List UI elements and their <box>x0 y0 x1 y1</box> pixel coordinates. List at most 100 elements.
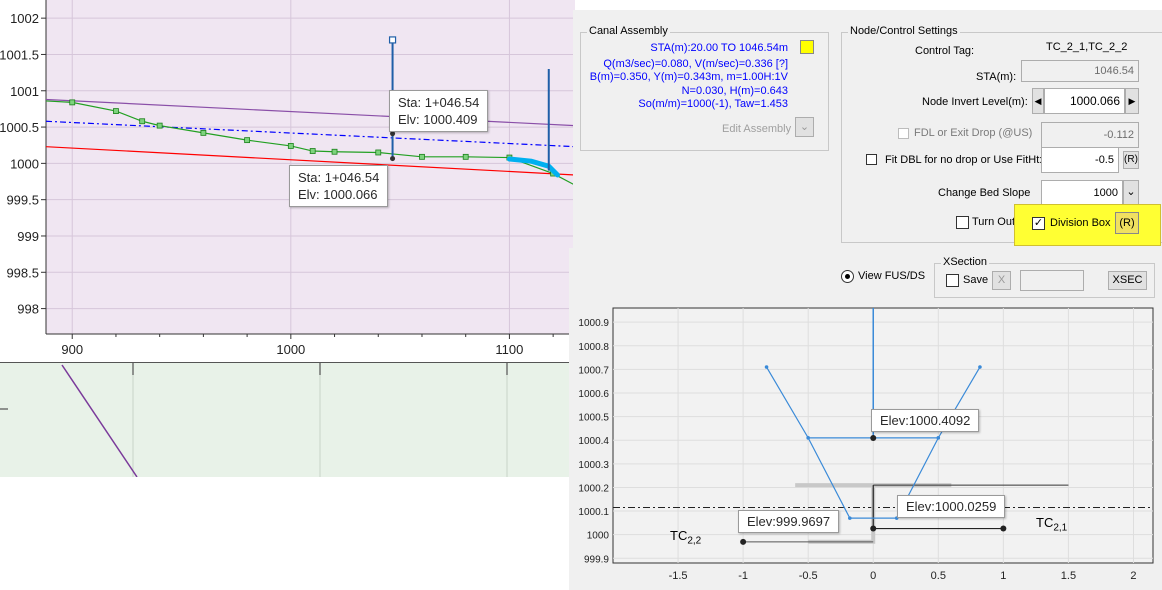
profile-x-tick-label: 900 <box>61 342 83 357</box>
invert-decrement-button[interactable]: ◀ <box>1032 88 1044 114</box>
invert-increment-button[interactable]: ▶ <box>1125 88 1139 114</box>
xsection-x-tick-label: 2 <box>1130 570 1136 582</box>
bed-slope-dropdown[interactable]: ⌄ <box>1123 180 1139 206</box>
fit-height-field[interactable]: -0.5 <box>1041 147 1119 173</box>
save-label: Save <box>963 274 989 286</box>
profile-tooltip-lower: Sta: 1+046.54 Elv: 1000.066 <box>289 165 389 207</box>
fit-r-button[interactable]: (R) <box>1123 151 1139 169</box>
xsection-y-tick-label: 1000.4 <box>578 436 609 447</box>
profile-y-tick-label: 1000.5 <box>0 120 39 135</box>
division-box-label: Division Box <box>1050 217 1111 229</box>
xsection-y-tick-label: 1000.1 <box>578 507 609 518</box>
profile-y-tick-label: 1001.5 <box>0 47 39 62</box>
profile-chart-area[interactable]: 1002 1001.5 1001 1000.5 1000 999.5 999 998.5 998… <box>0 0 575 362</box>
canal-roughness-text: N=0.030, H(m)=0.643 <box>681 85 788 97</box>
profile-y-tick-label: 1000 <box>10 156 39 171</box>
xsection-marker-3 <box>1000 525 1007 532</box>
profile-tooltip-upper-sta: Sta: 1+046.54 <box>398 95 480 110</box>
tc22-subscript: 2,2 <box>687 535 702 547</box>
xsection-tip-left: Elev:999.9697 <box>738 510 840 533</box>
xsec-button[interactable]: XSEC <box>1108 271 1147 290</box>
canal-flow-text: Q(m3/sec)=0.080, V(m/sec)=0.336 [?] <box>603 58 788 70</box>
plan-canal-line <box>61 364 138 477</box>
invert-level-field[interactable]: 1000.066 <box>1044 88 1125 114</box>
tc21-subscript: 2,1 <box>1053 522 1068 534</box>
radio-dot-icon <box>845 274 850 279</box>
xsection-x-tick-label: 0 <box>870 570 876 582</box>
profile-node-marker <box>156 122 163 129</box>
tc22-label: TC2,2 <box>670 528 701 547</box>
profile-y-tick-label: 999.5 <box>6 193 39 208</box>
node-control-title: Node/Control Settings <box>848 25 960 37</box>
profile-node-marker <box>331 148 338 155</box>
fit-dbl-checkbox[interactable] <box>866 154 877 165</box>
profile-x-tick-label: 1000 <box>276 342 305 357</box>
profile-node-marker <box>200 129 207 136</box>
turn-out-checkbox[interactable] <box>956 216 969 229</box>
plan-view-svg <box>0 363 508 477</box>
xsection-tip-mid: Elev:1000.0259 <box>897 495 1006 518</box>
clear-x-button[interactable]: X <box>992 271 1011 290</box>
profile-node-marker <box>287 143 294 149</box>
bed-slope-label: Change Bed Slope <box>938 187 1031 199</box>
plan-view-strip[interactable] <box>0 362 569 477</box>
canal-assembly-group: Canal Assembly STA(m):20.00 TO 1046.54m … <box>580 25 829 151</box>
division-box-checkbox[interactable]: ✓ <box>1032 217 1045 230</box>
profile-node-marker <box>419 153 425 160</box>
invert-level-label: Node Invert Level(m): <box>922 96 1028 108</box>
profile-node-marker <box>139 118 146 125</box>
xsection-channel-point <box>978 365 982 369</box>
checkmark-icon: ✓ <box>1033 217 1044 229</box>
profile-y-tick-label: 1001 <box>10 84 39 99</box>
profile-node-marker <box>462 153 469 160</box>
canal-assembly-title: Canal Assembly <box>587 25 670 37</box>
chevron-down-icon: ⌄ <box>799 121 810 133</box>
edit-assembly-label[interactable]: Edit Assembly <box>722 123 791 135</box>
xsection-y-tick-label: 999.9 <box>584 554 609 565</box>
fit-dbl-label: Fit DBL for no drop or Use FitHt: <box>885 154 1043 166</box>
xsection-title: XSection <box>941 256 990 268</box>
division-r-button[interactable]: (R) <box>1115 212 1139 234</box>
profile-tooltip-lower-sta: Sta: 1+046.54 <box>298 170 380 185</box>
xsection-y-tick-label: 1000.5 <box>578 413 609 424</box>
xsection-y-tick-label: 1000 <box>587 531 610 542</box>
fdl-checkbox[interactable] <box>898 128 909 139</box>
xsection-x-tick-label: 1.5 <box>1061 570 1076 582</box>
bed-slope-field[interactable]: 1000 <box>1041 180 1123 206</box>
canal-geometry-text: B(m)=0.350, Y(m)=0.343m, m=1.00H:1V <box>589 71 788 83</box>
save-checkbox[interactable] <box>946 274 959 287</box>
profile-tooltip-upper-elv: Elv: 1000.409 <box>398 112 478 127</box>
tc22-text: TC <box>670 528 688 543</box>
canal-sta-text: STA(m):20.00 TO 1046.54m <box>650 42 788 54</box>
xsection-group: XSection Save X XSEC <box>934 256 1155 298</box>
profile-structure-top-marker <box>388 36 397 44</box>
profile-chart[interactable]: 1002 1001.5 1001 1000.5 1000 999.5 999 998.5 998… <box>0 0 575 362</box>
profile-node-marker <box>309 148 316 154</box>
xsection-x-tick-label: -0.5 <box>799 570 818 582</box>
fdl-field[interactable]: -0.112 <box>1041 122 1139 148</box>
profile-node-marker <box>113 108 119 114</box>
profile-y-tick-label: 998 <box>17 302 39 317</box>
chevron-down-icon: ⌄ <box>1126 186 1136 198</box>
xsection-name-field[interactable] <box>1020 270 1084 291</box>
sta-field[interactable]: 1046.54 <box>1021 60 1139 82</box>
edit-assembly-dropdown[interactable]: ⌄ <box>795 117 814 137</box>
xsection-x-tick-label: -1.5 <box>669 570 688 582</box>
color-swatch[interactable] <box>800 40 814 54</box>
xsection-channel-point <box>848 516 852 520</box>
view-fus-radio[interactable] <box>841 270 854 283</box>
xsection-y-tick-label: 1000.8 <box>578 342 609 353</box>
xsection-x-tick-label: 1 <box>1000 570 1006 582</box>
fdl-label: FDL or Exit Drop (@US) <box>914 127 1033 139</box>
profile-y-tick-label: 999 <box>17 229 39 244</box>
xsection-chart[interactable]: 1000.9 1000.8 1000.7 1000.6 1000.5 1000.4 1000… <box>569 300 1162 590</box>
profile-node-marker <box>375 149 382 156</box>
tc21-label: TC2,1 <box>1036 515 1067 534</box>
xsection-y-tick-label: 1000.2 <box>578 483 609 494</box>
xsection-y-tick-label: 1000.3 <box>578 460 609 471</box>
profile-point-lower <box>390 156 396 162</box>
sta-label: STA(m): <box>976 71 1017 83</box>
triangle-right-icon: ▶ <box>1128 96 1136 106</box>
xsection-channel-point <box>764 365 769 369</box>
tc21-text: TC <box>1036 515 1054 530</box>
